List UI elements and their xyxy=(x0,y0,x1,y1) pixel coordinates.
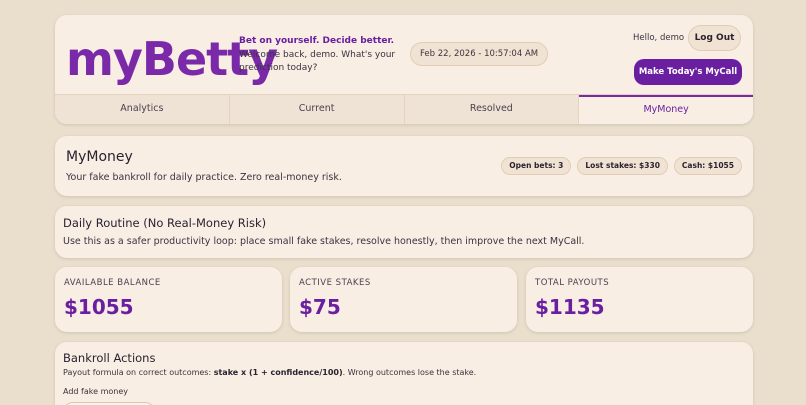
cash-badge: Cash: $1055 xyxy=(673,157,742,175)
formula-suffix: . Wrong outcomes lose the stake. xyxy=(342,368,477,377)
available-balance-card: AVAILABLE BALANCE $1055 xyxy=(55,267,282,332)
mymoney-panel: MyMoney Your fake bankroll for daily pra… xyxy=(55,136,753,196)
open-bets-badge: Open bets: 3 xyxy=(501,157,572,175)
tab-current[interactable]: Current xyxy=(230,95,405,124)
routine-title: Daily Routine (No Real-Money Risk) xyxy=(63,216,267,230)
formula-expression: stake x (1 + confidence/100) xyxy=(213,368,343,377)
app-header: myBetty Bet on yourself. Decide better. … xyxy=(55,15,753,124)
bankroll-title: Bankroll Actions xyxy=(63,351,156,365)
welcome-message: Welcome back, demo. What's your predicti… xyxy=(239,50,396,73)
lost-stakes-badge: Lost stakes: $330 xyxy=(577,157,668,175)
routine-text: Use this as a safer productivity loop: p… xyxy=(63,236,585,247)
page-subtitle: Your fake bankroll for daily practice. Z… xyxy=(66,172,342,183)
daily-routine-panel: Daily Routine (No Real-Money Risk) Use t… xyxy=(55,206,753,258)
page-title: MyMoney xyxy=(66,149,133,165)
make-mycall-button[interactable]: Make Today's MyCall xyxy=(634,59,742,85)
stat-label: ACTIVE STAKES xyxy=(299,278,371,288)
payout-formula: Payout formula on correct outcomes: stak… xyxy=(63,368,476,377)
active-stakes-card: ACTIVE STAKES $75 xyxy=(290,267,517,332)
stat-label: TOTAL PAYOUTS xyxy=(535,278,610,288)
tab-analytics[interactable]: Analytics xyxy=(55,95,230,124)
stat-value: $75 xyxy=(299,295,341,319)
logout-button[interactable]: Log Out xyxy=(688,25,741,51)
main-tabs: Analytics Current Resolved MyMoney xyxy=(55,94,753,124)
datetime-badge: Feb 22, 2026 - 10:57:04 AM xyxy=(410,42,549,66)
add-money-label: Add fake money xyxy=(63,387,128,396)
user-greeting: Hello, demo xyxy=(633,33,685,43)
bankroll-actions-panel: Bankroll Actions Payout formula on corre… xyxy=(55,342,753,405)
summary-badges: Open bets: 3 Lost stakes: $330 Cash: $10… xyxy=(501,157,742,175)
formula-prefix: Payout formula on correct outcomes: xyxy=(63,368,214,377)
stat-value: $1135 xyxy=(535,295,605,319)
brand-tagline: Bet on yourself. Decide better. xyxy=(239,36,395,46)
stat-label: AVAILABLE BALANCE xyxy=(64,278,161,288)
stat-value: $1055 xyxy=(64,295,134,319)
tab-mymoney[interactable]: MyMoney xyxy=(579,95,753,124)
total-payouts-card: TOTAL PAYOUTS $1135 xyxy=(526,267,753,332)
tab-resolved[interactable]: Resolved xyxy=(405,95,580,124)
